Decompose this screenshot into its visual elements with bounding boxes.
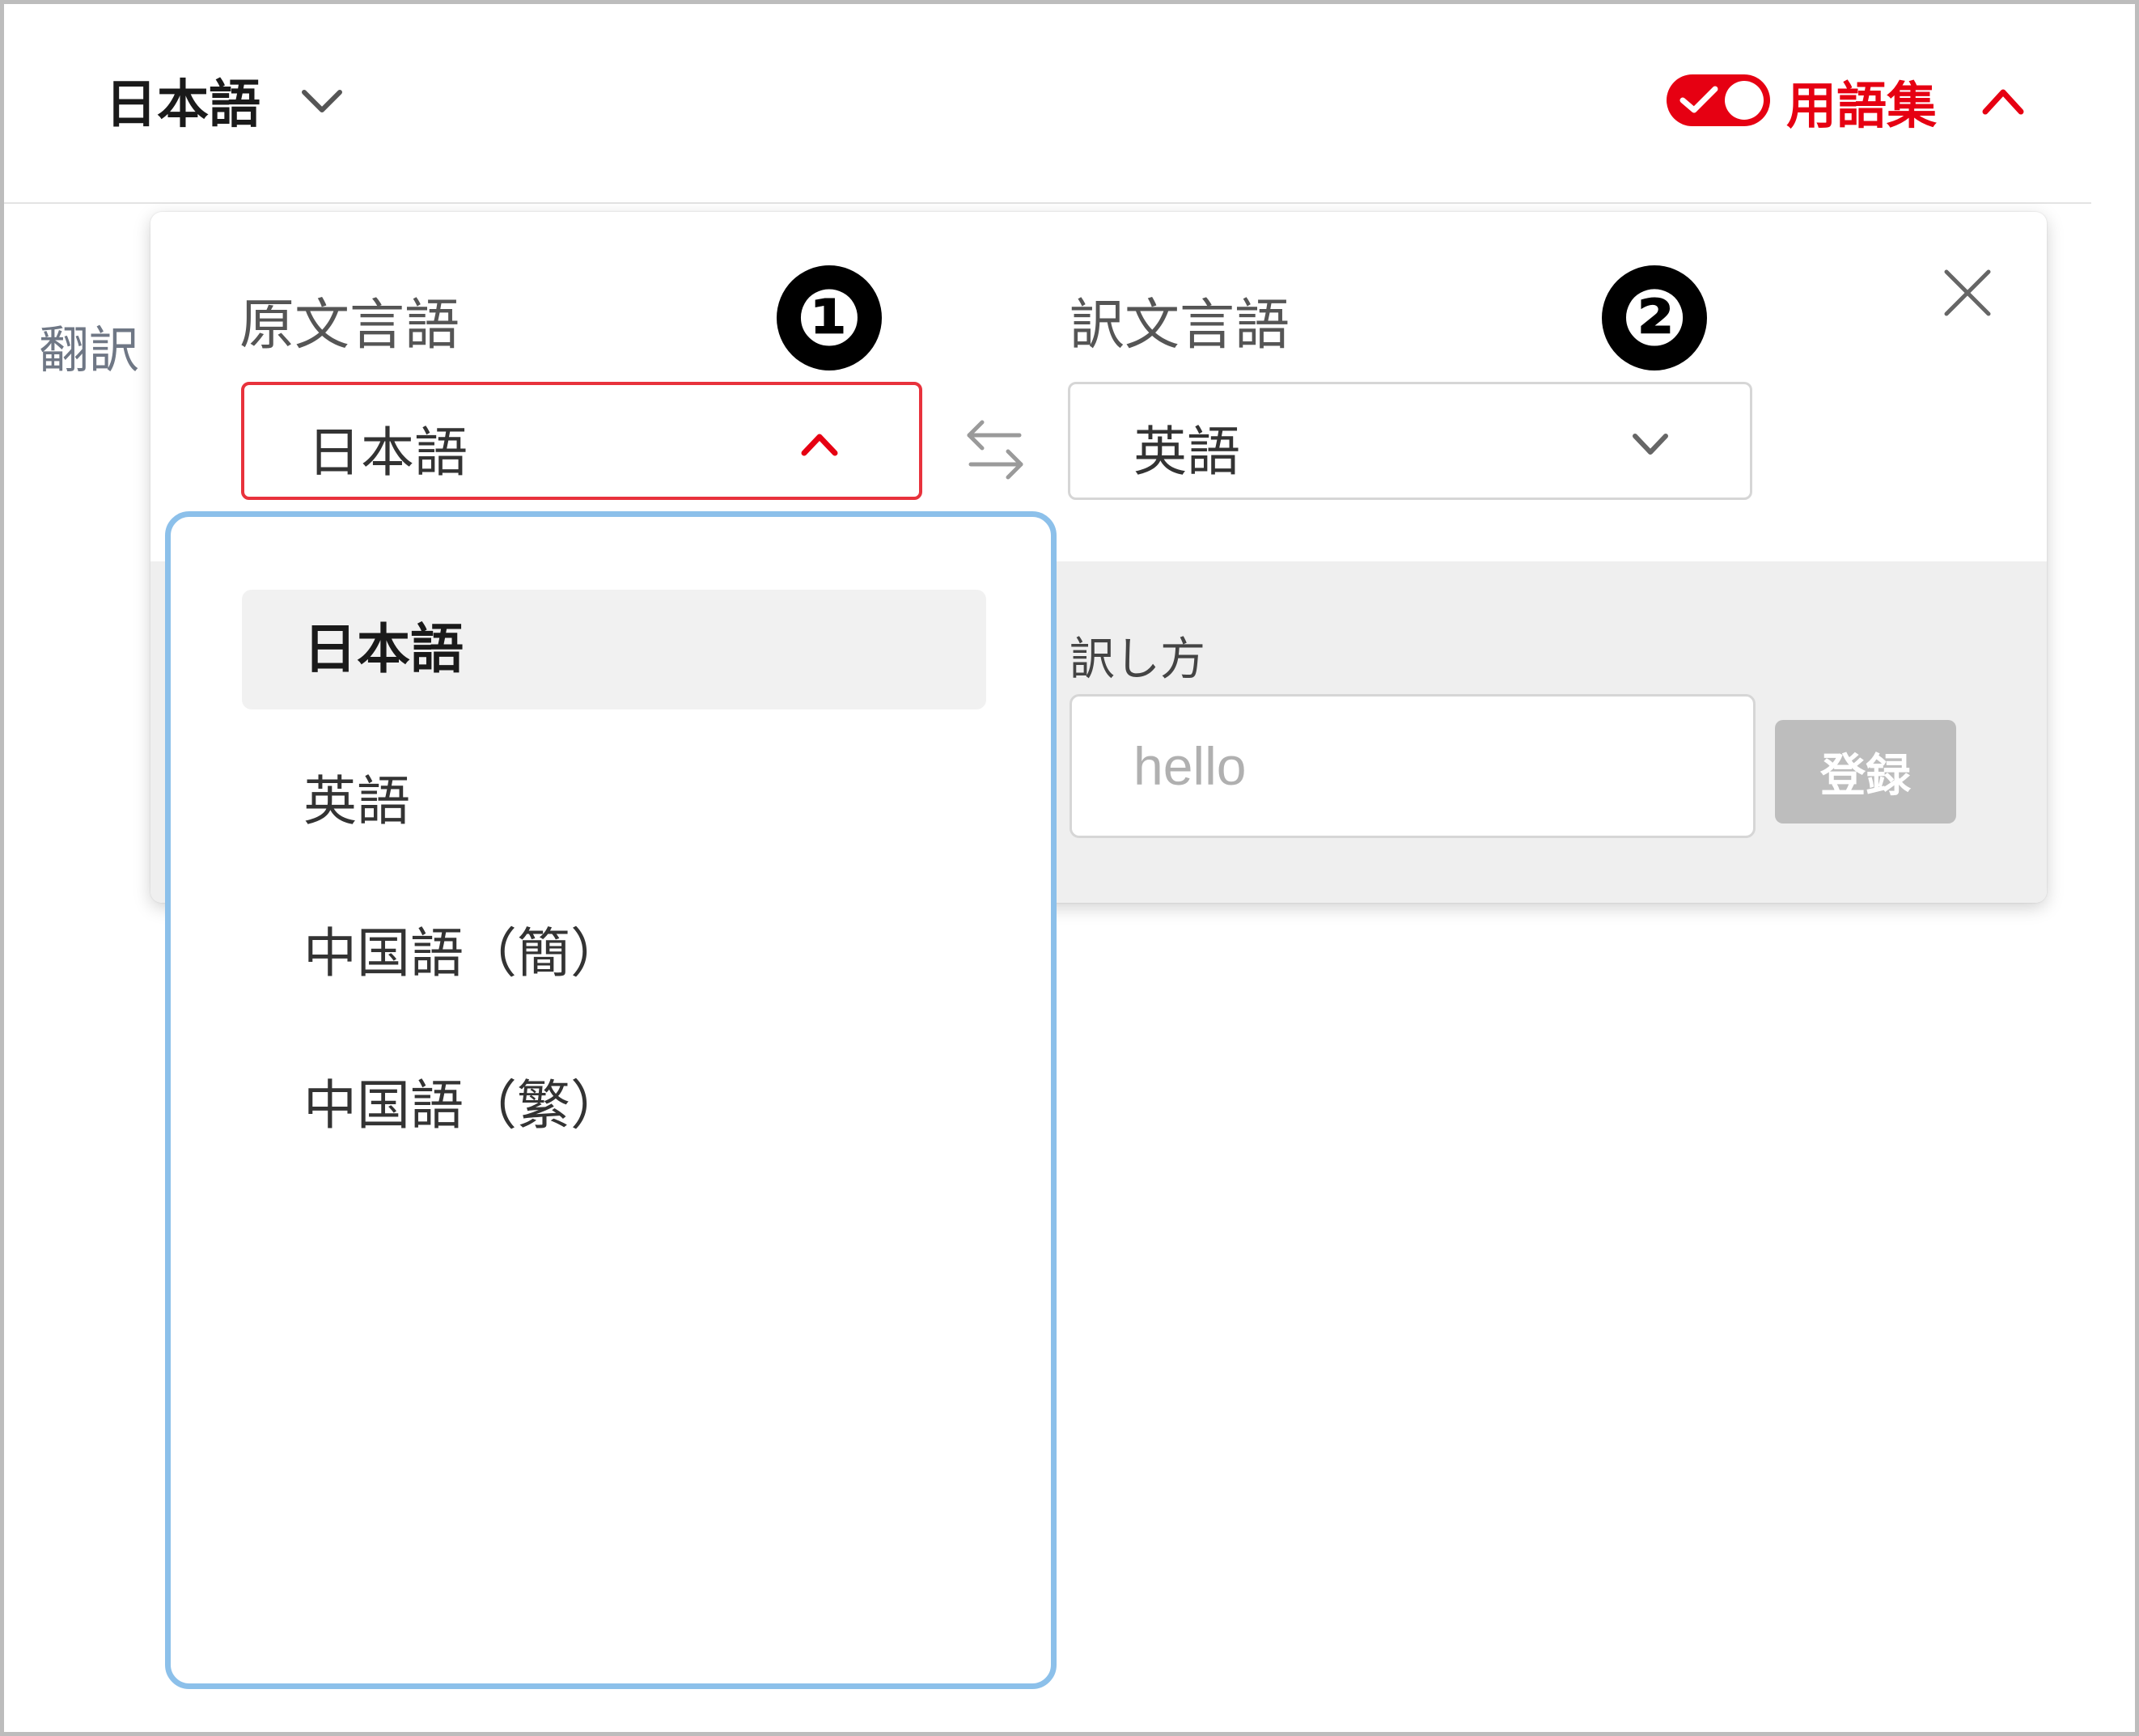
source-language-dropdown: 日本語 英語 中国語（簡） 中国語（繁） [165, 511, 1057, 1689]
dropdown-option-chinese-traditional[interactable]: 中国語（繁） [242, 1046, 986, 1166]
dropdown-option-english[interactable]: 英語 [242, 742, 986, 862]
chevron-down-icon [1633, 434, 1668, 455]
annotation-badge-1: ❶ [777, 265, 882, 370]
source-language-select[interactable]: 日本語 [241, 382, 922, 500]
target-language-label: 訳文言語 [1070, 294, 1290, 358]
dropdown-option-chinese-simplified[interactable]: 中国語（簡） [242, 894, 986, 1014]
dropdown-option-japanese[interactable]: 日本語 [242, 590, 986, 709]
check-icon [1679, 86, 1718, 113]
chevron-up-icon [801, 434, 838, 456]
header-divider [4, 202, 2091, 204]
register-button[interactable]: 登録 [1775, 720, 1956, 824]
chevron-up-icon[interactable] [1977, 81, 2029, 121]
ui-language-selector[interactable]: 日本語 [105, 63, 260, 138]
swap-icon[interactable] [963, 411, 1027, 489]
glossary-toggle[interactable] [1667, 74, 1770, 126]
translation-method-label: 訳し方 [1070, 633, 1205, 686]
translation-method-input[interactable] [1070, 694, 1756, 838]
close-icon[interactable] [1940, 265, 1995, 320]
annotation-badge-2: ❷ [1602, 265, 1707, 370]
source-language-label: 原文言語 [239, 294, 460, 358]
source-language-value: 日本語 [307, 421, 468, 484]
target-language-select[interactable]: 英語 [1068, 382, 1752, 500]
background-partial-text: 翻訳 [39, 320, 140, 379]
glossary-label[interactable]: 用語集 [1786, 65, 1937, 138]
toggle-knob [1725, 81, 1764, 120]
chevron-down-icon[interactable] [296, 81, 348, 121]
target-language-value: 英語 [1133, 421, 1240, 483]
